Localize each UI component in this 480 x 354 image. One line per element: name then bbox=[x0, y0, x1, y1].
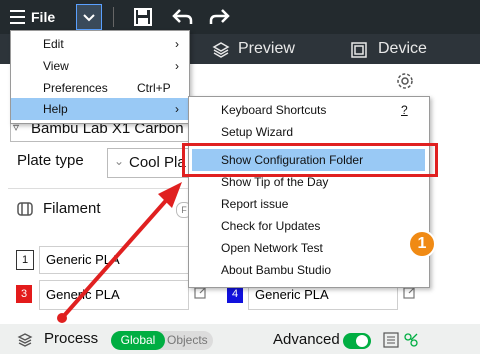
step-badge: 1 bbox=[408, 230, 436, 258]
annotation-arrow bbox=[57, 182, 182, 323]
